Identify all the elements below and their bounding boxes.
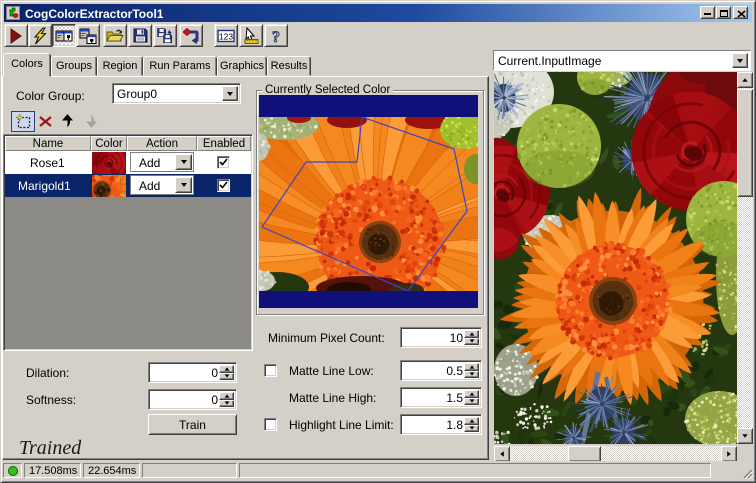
- svg-text:?: ?: [272, 29, 280, 44]
- svg-text:123: 123: [219, 31, 233, 41]
